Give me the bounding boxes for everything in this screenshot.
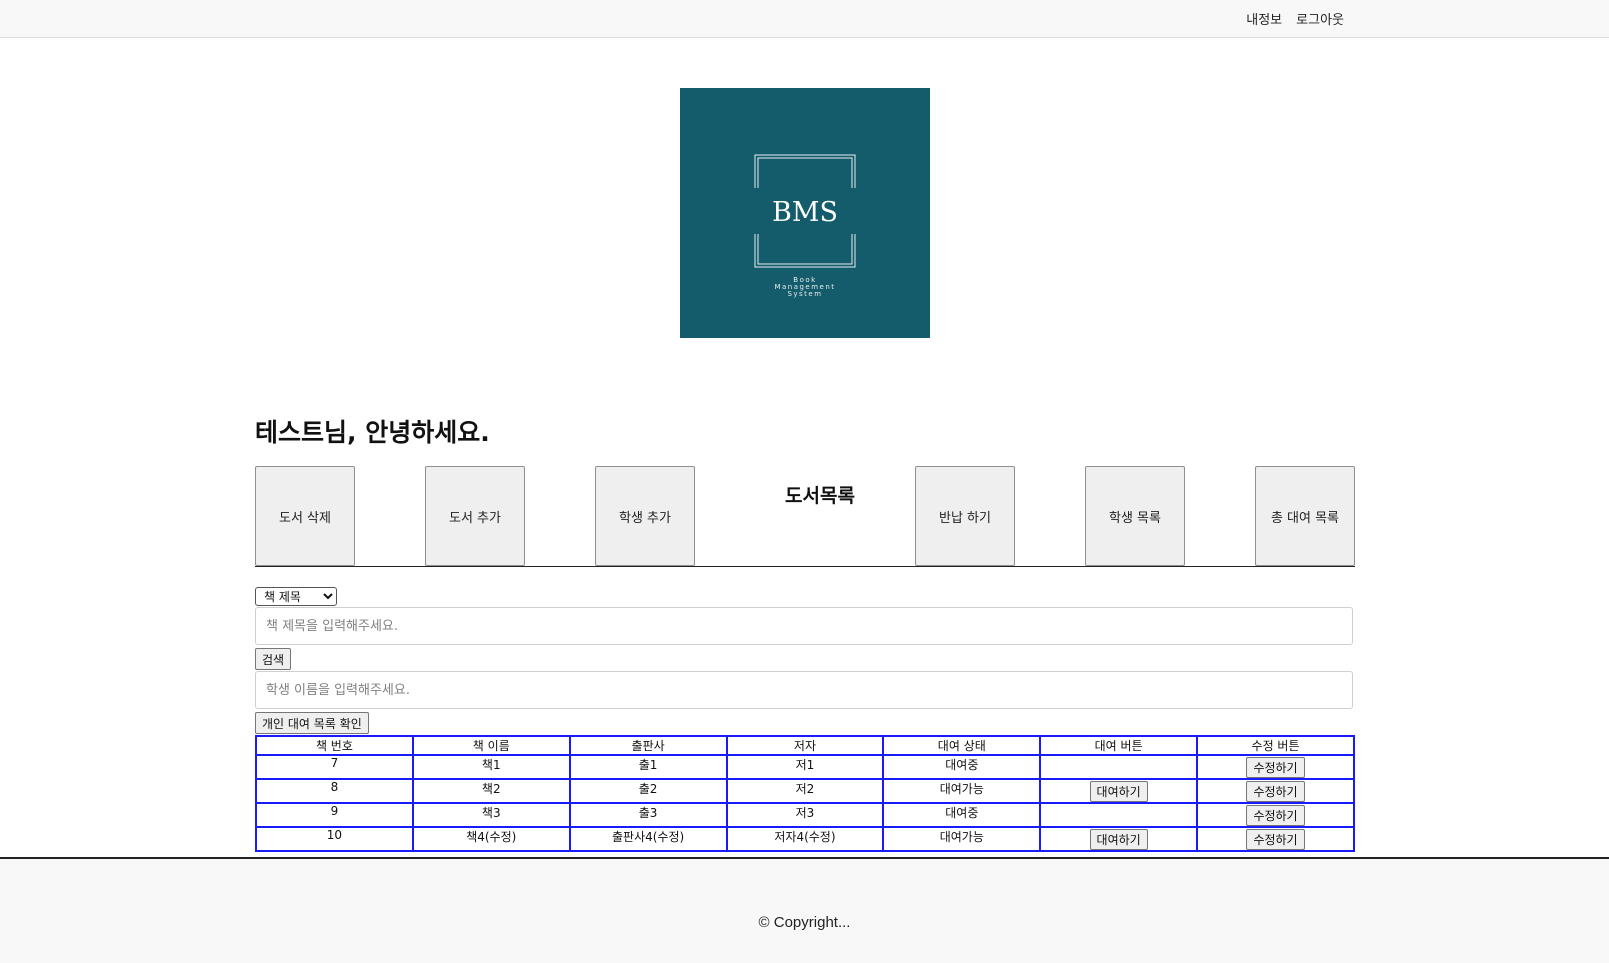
my-info-link[interactable]: 내정보 (1246, 9, 1282, 28)
rent-button[interactable]: 대여하기 (1089, 829, 1148, 850)
rent-cell (1039, 754, 1199, 780)
author-cell: 저2 (725, 778, 885, 804)
status-cell: 대여중 (882, 754, 1042, 780)
student-name-input[interactable] (255, 671, 1353, 709)
book-title-input[interactable] (255, 607, 1353, 645)
edit-button[interactable]: 수정하기 (1246, 829, 1305, 850)
rent-cell: 대여하기 (1039, 778, 1199, 804)
book-table: 책 번호 책 이름 출판사 저자 대여 상태 대여 버튼 수정 버튼 7 책1 … (255, 735, 1355, 852)
col-header-publisher: 출판사 (568, 735, 728, 756)
nav-title: 도서목록 (785, 485, 855, 507)
book-name-cell: 책1 (411, 754, 571, 780)
edit-button[interactable]: 수정하기 (1246, 757, 1305, 778)
publisher-cell: 출2 (568, 778, 728, 804)
total-rental-list-button[interactable]: 총 대여 목록 (1255, 466, 1355, 566)
book-name-cell: 책4(수정) (411, 826, 571, 852)
return-book-button[interactable]: 반납 하기 (915, 466, 1015, 566)
main-nav: 도서 삭제 도서 추가 학생 추가 도서목록 반납 하기 학생 목록 총 대여 … (255, 466, 1355, 567)
table-header-row: 책 번호 책 이름 출판사 저자 대여 상태 대여 버튼 수정 버튼 (255, 735, 1355, 756)
publisher-cell: 출3 (568, 802, 728, 828)
edit-button[interactable]: 수정하기 (1246, 805, 1305, 826)
publisher-cell: 출판사4(수정) (568, 826, 728, 852)
logo-title: BMS (772, 197, 838, 228)
col-header-rental-status: 대여 상태 (882, 735, 1042, 756)
footer: © Copyright... (0, 857, 1609, 963)
book-id-cell: 10 (255, 826, 414, 852)
copyright-text: © Copyright... (758, 914, 851, 931)
edit-button[interactable]: 수정하기 (1246, 781, 1305, 802)
rent-cell: 대여하기 (1039, 826, 1199, 852)
status-cell: 대여가능 (882, 778, 1042, 804)
col-header-edit-button: 수정 버튼 (1196, 735, 1355, 756)
author-cell: 저1 (725, 754, 885, 780)
rent-cell (1039, 802, 1199, 828)
col-header-rent-button: 대여 버튼 (1039, 735, 1199, 756)
col-header-author: 저자 (725, 735, 885, 756)
col-header-book-name: 책 이름 (411, 735, 571, 756)
logout-link[interactable]: 로그아웃 (1296, 9, 1344, 28)
logo-subtitle-3: System (787, 290, 822, 298)
book-name-cell: 책3 (411, 802, 571, 828)
add-book-button[interactable]: 도서 추가 (425, 466, 525, 566)
edit-cell: 수정하기 (1196, 754, 1355, 780)
top-nav: 내정보 로그아웃 (1246, 9, 1344, 28)
table-row: 7 책1 출1 저1 대여중 수정하기 (255, 754, 1355, 780)
delete-book-button[interactable]: 도서 삭제 (255, 466, 355, 566)
add-student-button[interactable]: 학생 추가 (595, 466, 695, 566)
table-row: 9 책3 출3 저3 대여중 수정하기 (255, 802, 1355, 828)
edit-cell: 수정하기 (1196, 778, 1355, 804)
book-name-cell: 책2 (411, 778, 571, 804)
greeting-heading: 테스트님, 안녕하세요. (255, 418, 490, 447)
book-id-cell: 8 (255, 778, 414, 804)
bms-logo: BMS Book Management System (680, 88, 930, 338)
rent-button[interactable]: 대여하기 (1089, 781, 1148, 802)
student-list-button[interactable]: 학생 목록 (1085, 466, 1185, 566)
status-cell: 대여가능 (882, 826, 1042, 852)
top-bar: 내정보 로그아웃 (0, 0, 1609, 38)
status-cell: 대여중 (882, 802, 1042, 828)
author-cell: 저3 (725, 802, 885, 828)
table-row: 8 책2 출2 저2 대여가능 대여하기 수정하기 (255, 778, 1355, 804)
book-id-cell: 7 (255, 754, 414, 780)
col-header-book-id: 책 번호 (255, 735, 414, 756)
search-button[interactable]: 검색 (255, 648, 292, 670)
personal-rental-list-button[interactable]: 개인 대여 목록 확인 (255, 712, 369, 734)
edit-cell: 수정하기 (1196, 826, 1355, 852)
table-row: 10 책4(수정) 출판사4(수정) 저자4(수정) 대여가능 대여하기 수정하… (255, 826, 1355, 852)
search-type-select[interactable]: 책 제목 (255, 587, 337, 606)
author-cell: 저자4(수정) (725, 826, 885, 852)
publisher-cell: 출1 (568, 754, 728, 780)
book-id-cell: 9 (255, 802, 414, 828)
logo-graphic: BMS Book Management System (750, 154, 860, 298)
edit-cell: 수정하기 (1196, 802, 1355, 828)
